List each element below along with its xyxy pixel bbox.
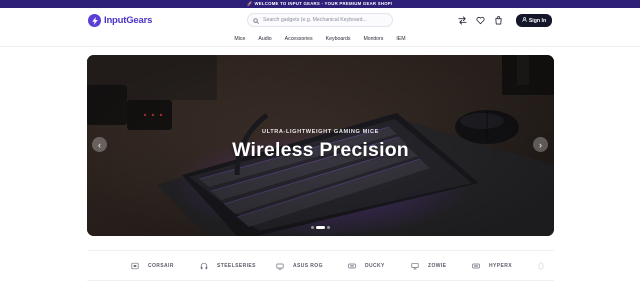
carousel-next-button[interactable]: › [533, 137, 548, 152]
keyboard-icon [472, 262, 480, 270]
sign-in-label: Sign In [528, 17, 547, 24]
search-input[interactable] [263, 17, 383, 23]
search-box[interactable] [247, 13, 393, 27]
brand-label: HYPERX [489, 263, 512, 269]
compare-icon[interactable] [458, 16, 467, 25]
nav-item-monitors[interactable]: Monitors [363, 33, 383, 45]
brand-label: DUCKY [365, 263, 385, 269]
logo-text: InputGears [104, 15, 153, 26]
brand-item-hyperx[interactable]: HYPERX [472, 262, 512, 270]
nav-item-accessories[interactable]: Accessories [285, 33, 313, 45]
brand-item-corsair[interactable]: CORSAIR [131, 262, 174, 270]
logo-bolt-icon [88, 14, 101, 27]
carousel-dot[interactable] [316, 226, 325, 229]
brand-item-faded-left [89, 262, 99, 270]
monitor-icon [411, 262, 419, 270]
user-icon [522, 17, 527, 24]
nav-item-mice[interactable]: Mice [234, 33, 245, 45]
announcement-bar: 🚀 WELCOME TO INPUT GEARS - YOUR PREMIUM … [0, 0, 640, 8]
announcement-text: 🚀 WELCOME TO INPUT GEARS - YOUR PREMIUM … [247, 1, 393, 6]
desktop-icon [276, 262, 284, 270]
keyboard-icon [131, 262, 139, 270]
header-divider [0, 46, 640, 47]
hero-subtitle: ULTRA-LIGHTWEIGHT GAMING MICE [261, 129, 380, 135]
brand-label: ZOWIE [428, 263, 447, 269]
search-icon [253, 11, 259, 29]
chevron-left-icon: ‹ [98, 139, 101, 150]
chevron-right-icon: › [539, 139, 542, 150]
nav-item-audio[interactable]: Audio [258, 33, 271, 45]
brand-item-ducky[interactable]: DUCKY [348, 262, 385, 270]
carousel-dot[interactable] [327, 226, 330, 229]
carousel-dots [311, 226, 330, 229]
nav-item-iem[interactable]: IEM [396, 33, 405, 45]
brand-label: ASUS ROG [293, 263, 323, 269]
cart-icon[interactable] [494, 16, 503, 25]
brand-item-zowie[interactable]: ZOWIE [411, 262, 446, 270]
brand-strip: CORSAIR STEELSERIES ASUS ROG DUCKY ZOWIE… [87, 250, 554, 281]
site-header: InputGears Sign In [0, 8, 640, 33]
heart-icon[interactable] [476, 16, 485, 25]
brand-item-steelseries[interactable]: STEELSERIES [200, 262, 256, 270]
nav-item-keyboards[interactable]: Keyboards [326, 33, 351, 45]
logo[interactable]: InputGears [88, 14, 152, 27]
headphones-icon [200, 262, 208, 270]
brand-item-faded-right [537, 262, 545, 270]
carousel-prev-button[interactable]: ‹ [92, 137, 107, 152]
keyboard-icon [348, 262, 356, 270]
sign-in-button[interactable]: Sign In [516, 14, 552, 27]
brand-label: STEELSERIES [217, 263, 256, 269]
brand-label: CORSAIR [148, 263, 174, 269]
mouse-icon [537, 262, 545, 270]
category-nav: Mice Audio Accessories Keyboards Monitor… [0, 33, 640, 45]
hero-carousel: ULTRA-LIGHTWEIGHT GAMING MICE Wireless P… [87, 55, 554, 236]
carousel-dot[interactable] [311, 226, 314, 229]
brand-item-asus-rog[interactable]: ASUS ROG [276, 262, 323, 270]
hero-title: Wireless Precision [232, 139, 409, 161]
